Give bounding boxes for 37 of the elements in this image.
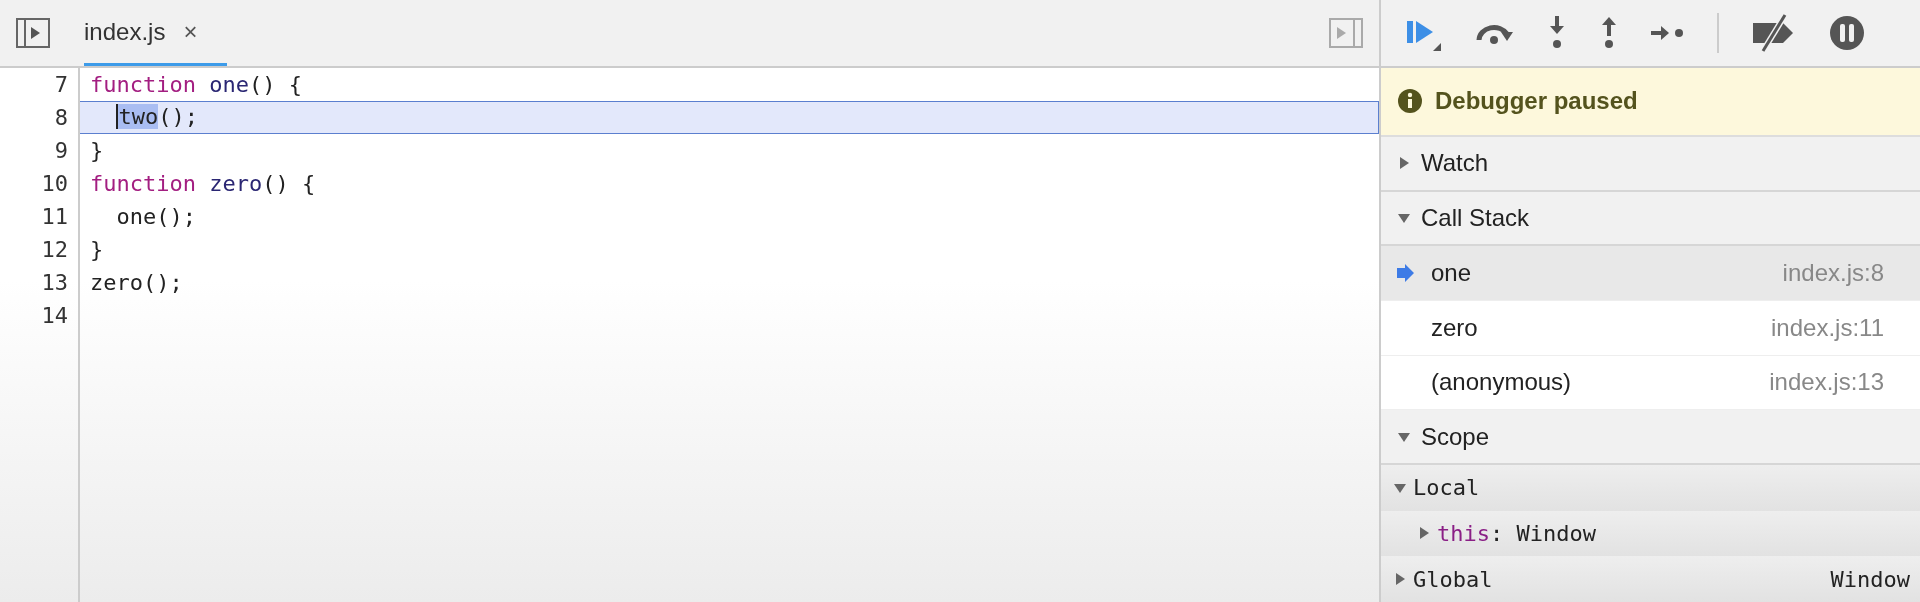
scope-name[interactable]: Local [1413,471,1480,505]
status-message: Debugger paused [1435,86,1638,117]
scope-name[interactable]: Global [1413,562,1493,596]
step-out-icon[interactable] [1599,15,1619,50]
code-line: one(); [115,203,197,231]
code-line: zero(); [89,269,184,297]
collapsed-triangle-icon[interactable] [1417,526,1431,541]
info-icon [1397,88,1423,115]
source-location[interactable]: index.js:13 [1769,364,1884,401]
line-number: 10 [40,170,69,198]
code-line: } [89,236,105,264]
navigator-toggle-icon[interactable] [16,18,50,48]
call-frame[interactable]: (anonymous) index.js:13 [1381,355,1920,411]
code-line: } [89,137,105,165]
section-header[interactable]: Watch [1421,145,1489,182]
code-line: function one() { [89,71,303,99]
pause-icon[interactable] [1829,14,1865,51]
current-frame-arrow-icon [1395,263,1415,284]
line-number: 14 [40,302,69,330]
close-icon[interactable]: × [183,13,198,50]
section-header[interactable]: Call Stack [1421,200,1530,237]
collapsed-triangle-icon[interactable] [1397,156,1411,171]
line-number: 12 [40,236,69,264]
sidebar-toggle-icon[interactable] [1329,18,1363,48]
source-location[interactable]: index.js:11 [1771,309,1884,346]
line-number: 11 [40,203,69,231]
line-number: 9 [53,137,69,165]
line-number: 7 [53,71,69,99]
line-number: 13 [40,269,69,297]
call-frame[interactable]: zero index.js:11 [1381,301,1920,356]
line-number: 8 [53,104,69,132]
code-line: function zero() { [89,170,317,198]
section-header[interactable]: Scope [1421,418,1490,455]
collapsed-triangle-icon[interactable] [1393,572,1407,587]
step-into-icon[interactable] [1547,15,1567,50]
call-frame[interactable]: one index.js:8 [1381,246,1920,302]
scope-value: Window [1830,565,1910,594]
